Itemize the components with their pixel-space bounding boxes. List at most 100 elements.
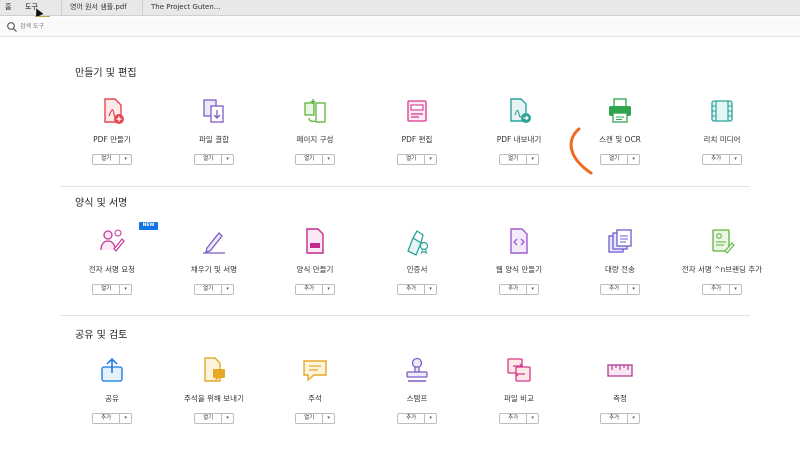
chevron-down-icon[interactable]: ▾ — [425, 155, 436, 164]
chevron-down-icon[interactable]: ▾ — [730, 155, 741, 164]
tool-action-button[interactable]: 열기 ▾ — [600, 154, 640, 165]
tool-action-button[interactable]: 추가 ▾ — [600, 413, 640, 424]
tool-share[interactable]: 공유 추가 ▾ — [62, 355, 162, 435]
chevron-down-icon[interactable]: ▾ — [120, 285, 131, 294]
tool-action-button[interactable]: 열기 ▾ — [295, 413, 335, 424]
tool-send-in-bulk[interactable]: 대량 전송 추가 ▾ — [570, 226, 670, 306]
request-signature-icon[interactable] — [97, 226, 127, 256]
tool-measure[interactable]: 측정 추가 ▾ — [570, 355, 670, 435]
tool-export-pdf[interactable]: PDF 내보내기 열기 ▾ — [469, 96, 569, 176]
chevron-down-icon[interactable]: ▾ — [527, 155, 538, 164]
certificates-icon[interactable] — [402, 226, 432, 256]
tool-action-button[interactable]: 열기 ▾ — [194, 284, 234, 295]
chevron-down-icon[interactable]: ▾ — [425, 285, 436, 294]
tab-document-1[interactable]: 영어 원서 샘플.pdf — [61, 0, 139, 16]
tool-action-label[interactable]: 추가 — [703, 285, 731, 294]
fill-sign-icon[interactable] — [199, 226, 229, 256]
tool-fill-sign[interactable]: 채우기 및 서명 열기 ▾ — [164, 226, 264, 306]
send-in-bulk-icon[interactable] — [605, 226, 635, 256]
tool-action-button[interactable]: 열기 ▾ — [92, 284, 132, 295]
tool-action-button[interactable]: 열기 ▾ — [194, 154, 234, 165]
combine-files-icon[interactable] — [199, 96, 229, 126]
signature-branding-icon[interactable] — [707, 226, 737, 256]
chevron-down-icon[interactable]: ▾ — [222, 285, 233, 294]
chevron-down-icon[interactable]: ▾ — [323, 414, 334, 423]
tool-action-label[interactable]: 열기 — [500, 155, 528, 164]
tool-action-label[interactable]: 열기 — [398, 155, 426, 164]
chevron-down-icon[interactable]: ▾ — [323, 285, 334, 294]
tool-web-form[interactable]: 웹 양식 만들기 추가 ▾ — [469, 226, 569, 306]
tool-action-label[interactable]: 열기 — [93, 155, 121, 164]
tool-edit-pdf[interactable]: PDF 편집 열기 ▾ — [367, 96, 467, 176]
tool-combine-files[interactable]: 파일 결합 열기 ▾ — [164, 96, 264, 176]
tool-action-button[interactable]: 추가 ▾ — [600, 284, 640, 295]
chevron-down-icon[interactable]: ▾ — [120, 414, 131, 423]
tool-action-label[interactable]: 열기 — [93, 285, 121, 294]
tool-action-label[interactable]: 열기 — [195, 155, 223, 164]
tool-organize-pages[interactable]: 페이지 구성 열기 ▾ — [265, 96, 365, 176]
scan-ocr-icon[interactable] — [605, 96, 635, 126]
tool-action-button[interactable]: 추가 ▾ — [499, 413, 539, 424]
export-pdf-icon[interactable] — [504, 96, 534, 126]
edit-pdf-icon[interactable] — [402, 96, 432, 126]
send-for-comments-icon[interactable] — [199, 355, 229, 385]
chevron-down-icon[interactable]: ▾ — [222, 414, 233, 423]
rich-media-icon[interactable] — [707, 96, 737, 126]
organize-pages-icon[interactable] — [300, 96, 330, 126]
tool-action-button[interactable]: 추가 ▾ — [397, 413, 437, 424]
compare-files-icon[interactable] — [504, 355, 534, 385]
prepare-form-icon[interactable] — [300, 226, 330, 256]
tool-comment[interactable]: 주석 열기 ▾ — [265, 355, 365, 435]
chevron-down-icon[interactable]: ▾ — [527, 285, 538, 294]
tool-action-label[interactable]: 열기 — [601, 155, 629, 164]
search-input[interactable] — [20, 20, 180, 33]
tool-signature-branding[interactable]: 전자 서명 ^n브랜딩 추가 추가 ▾ — [672, 226, 772, 306]
tool-action-label[interactable]: 열기 — [195, 285, 223, 294]
tool-certificates[interactable]: 인증서 추가 ▾ — [367, 226, 467, 306]
tool-request-signature[interactable]: 전자 서명 요청 열기 ▾ — [62, 226, 162, 306]
chevron-down-icon[interactable]: ▾ — [628, 414, 639, 423]
tool-rich-media[interactable]: 리치 미디어 추가 ▾ — [672, 96, 772, 176]
share-icon[interactable] — [97, 355, 127, 385]
tab-home[interactable]: 홈 — [5, 0, 11, 16]
tool-action-button[interactable]: 추가 ▾ — [295, 284, 335, 295]
tool-action-label[interactable]: 열기 — [296, 155, 324, 164]
chevron-down-icon[interactable]: ▾ — [628, 285, 639, 294]
chevron-down-icon[interactable]: ▾ — [323, 155, 334, 164]
tool-action-label[interactable]: 열기 — [195, 414, 223, 423]
tool-create-pdf[interactable]: PDF 만들기 열기 ▾ — [62, 96, 162, 176]
stamp-icon[interactable] — [402, 355, 432, 385]
tool-action-label[interactable]: 추가 — [500, 285, 528, 294]
tool-action-label[interactable]: 추가 — [500, 414, 528, 423]
chevron-down-icon[interactable]: ▾ — [730, 285, 741, 294]
tool-action-label[interactable]: 추가 — [296, 285, 324, 294]
tool-action-label[interactable]: 추가 — [398, 414, 426, 423]
tool-action-button[interactable]: 추가 ▾ — [397, 284, 437, 295]
tool-action-button[interactable]: 열기 ▾ — [194, 413, 234, 424]
tool-action-button[interactable]: 추가 ▾ — [499, 284, 539, 295]
tool-stamp[interactable]: 스탬프 추가 ▾ — [367, 355, 467, 435]
tool-action-label[interactable]: 추가 — [93, 414, 121, 423]
tool-send-for-comments[interactable]: 주석을 위해 보내기 열기 ▾ — [164, 355, 264, 435]
tool-action-label[interactable]: 추가 — [703, 155, 731, 164]
tool-action-button[interactable]: 추가 ▾ — [92, 413, 132, 424]
chevron-down-icon[interactable]: ▾ — [628, 155, 639, 164]
tool-action-button[interactable]: 열기 ▾ — [499, 154, 539, 165]
create-pdf-icon[interactable] — [97, 96, 127, 126]
measure-icon[interactable] — [605, 355, 635, 385]
chevron-down-icon[interactable]: ▾ — [120, 155, 131, 164]
web-form-icon[interactable] — [504, 226, 534, 256]
chevron-down-icon[interactable]: ▾ — [425, 414, 436, 423]
tool-action-label[interactable]: 추가 — [601, 414, 629, 423]
tool-action-button[interactable]: 열기 ▾ — [397, 154, 437, 165]
tool-prepare-form[interactable]: 양식 만들기 추가 ▾ — [265, 226, 365, 306]
chevron-down-icon[interactable]: ▾ — [222, 155, 233, 164]
tool-action-button[interactable]: 추가 ▾ — [702, 284, 742, 295]
tab-document-2[interactable]: The Project Guten... — [142, 0, 242, 16]
tool-action-label[interactable]: 열기 — [296, 414, 324, 423]
tool-action-label[interactable]: 추가 — [398, 285, 426, 294]
tool-action-label[interactable]: 추가 — [601, 285, 629, 294]
tool-action-button[interactable]: 추가 ▾ — [702, 154, 742, 165]
tool-action-button[interactable]: 열기 ▾ — [295, 154, 335, 165]
tool-action-button[interactable]: 열기 ▾ — [92, 154, 132, 165]
